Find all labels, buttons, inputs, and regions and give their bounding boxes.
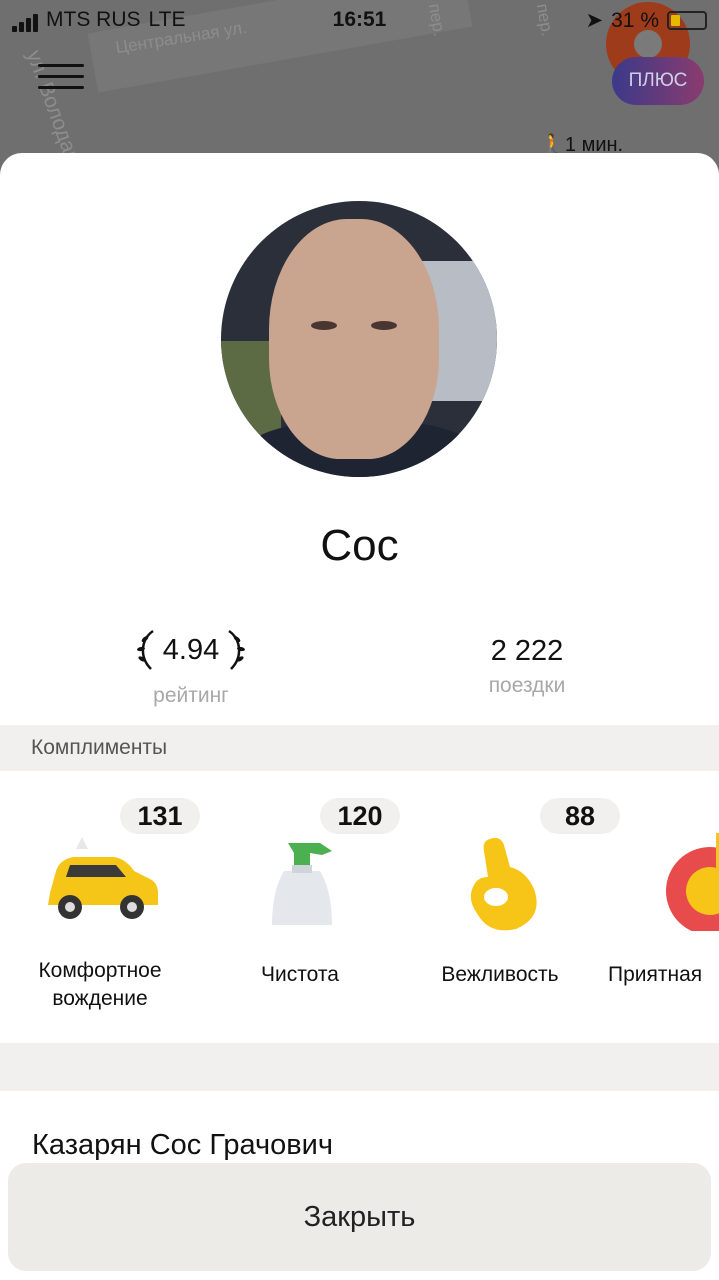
section-divider [0,1043,719,1091]
compliment-label: Вежливость [441,963,559,986]
driver-name: Сос [320,521,399,570]
menu-icon[interactable] [38,64,84,94]
compliment-label: Чистота [261,963,339,986]
compliment-item[interactable]: Приятная [600,771,719,1043]
location-arrow-icon: ➤ [585,9,604,32]
compliments-list[interactable]: 131 Комфортное вождение 120 Чистота 88 В… [0,771,719,1043]
driver-profile-sheet: Сос 4.94 рейтинг 2 222 поездки Комплимен… [0,153,719,1280]
compliment-label: Комфортное вождение [38,959,162,1010]
compliment-item[interactable]: 88 Вежливость [400,771,620,1043]
plus-badge[interactable]: ПЛЮС [612,57,704,105]
spray-bottle-icon [272,843,332,925]
taxi-car-icon [48,837,158,919]
music-note-icon [666,833,719,931]
compliments-title: Комплименты [31,736,168,759]
laurel-left-icon [136,629,154,670]
trips-label: поездки [488,674,566,697]
close-button[interactable]: Закрыть [8,1163,711,1271]
ok-hand-icon [470,837,537,931]
status-bar: MTS RUS LTE 16:51 ➤ 31 % [0,0,719,40]
battery-icon [667,11,707,30]
driver-avatar [221,201,497,477]
rating-stat: 4.94 рейтинг [71,627,311,708]
trips-value: 2 222 [490,635,564,667]
trips-stat: 2 222 поездки [407,627,647,698]
rating-label: рейтинг [153,684,229,707]
laurel-right-icon [228,629,246,670]
compliment-count: 120 [320,798,400,834]
rating-value: 4.94 [162,633,220,666]
compliment-count: 131 [120,798,200,834]
battery-percent: 31 % [611,8,659,32]
driver-full-name: Казарян Сос Грачович [32,1129,333,1161]
compliment-item[interactable]: 120 Чистота [200,771,400,1043]
compliment-label: Приятная [608,963,703,986]
compliments-header: Комплименты [0,725,719,771]
compliment-item[interactable]: 131 Комфортное вождение [0,771,200,1043]
